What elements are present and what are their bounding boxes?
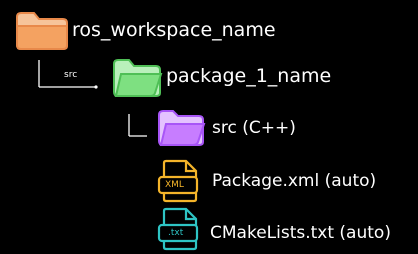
txt-badge: .txt <box>168 228 184 238</box>
package-xml-label: Package.xml (auto) <box>212 171 377 191</box>
directory-tree-diagram: ros_workspace_name src package_1_name sr… <box>0 0 418 254</box>
tree-connector <box>0 0 418 254</box>
xml-badge: XML <box>165 180 184 190</box>
src-label: src (C++) <box>212 118 296 138</box>
src-folder-icon <box>156 108 206 148</box>
cmakelists-label: CMakeLists.txt (auto) <box>210 223 391 243</box>
